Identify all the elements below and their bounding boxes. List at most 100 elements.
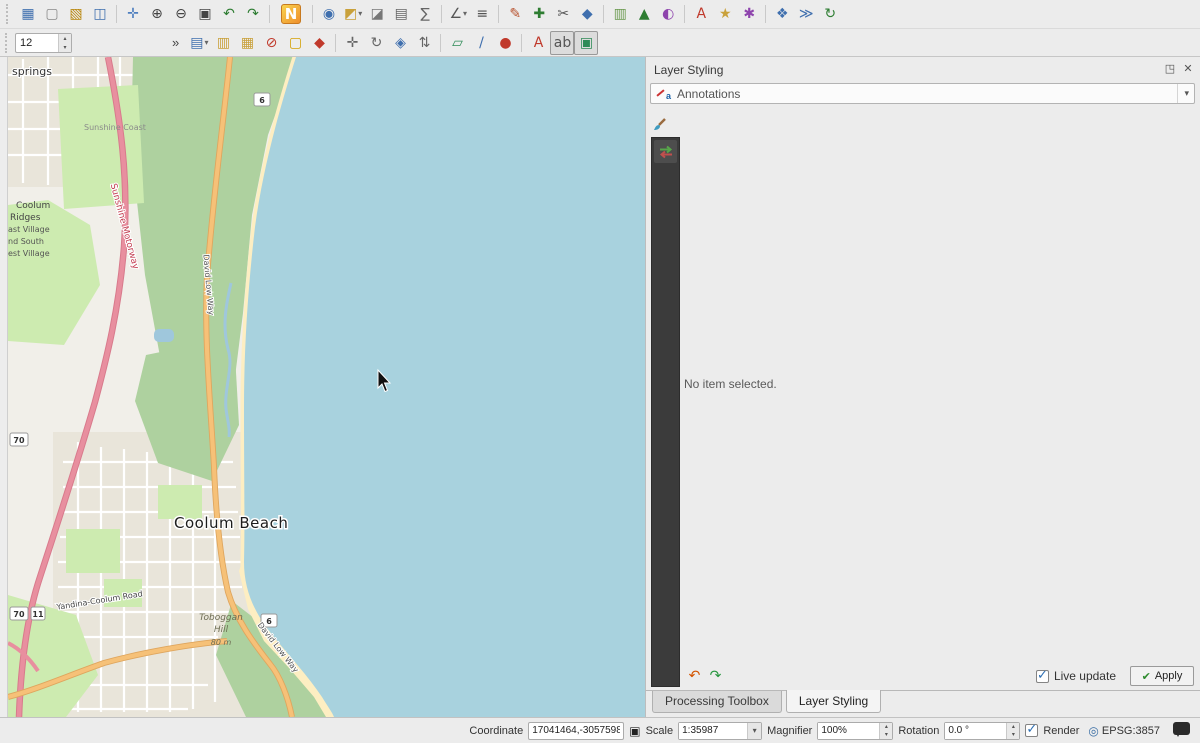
live-update-checkbox[interactable] [1036,670,1049,683]
zoom-last-icon[interactable]: ↶ [217,2,241,26]
zoom-full-icon[interactable]: ▣ [193,2,217,26]
new-shapefile-layer-icon[interactable]: ▥ [608,2,632,26]
line-annotation-icon[interactable]: / [469,31,493,55]
annotation-properties-icon[interactable]: ▤▾ [187,31,211,55]
spin-up-icon[interactable]: ▴ [59,34,71,43]
deselect-features-icon[interactable]: ◪ [365,2,389,26]
panel-title: Layer Styling [654,63,723,77]
close-panel-button[interactable]: ✕ [1180,60,1196,76]
map-canvas[interactable]: 6 6 70 70 11 Coolum Beach springs Sunshi… [8,57,645,717]
move-annotation-icon[interactable]: ✛ [340,31,364,55]
vertex-annotation-icon[interactable]: ◈ [388,31,412,55]
data-source-manager-icon[interactable]: ▦ [16,2,40,26]
scale-combo[interactable]: ▾ [678,722,762,740]
annotation-size-spinbox[interactable]: ▴ ▾ [15,33,72,53]
annotations-toolbar-icons: ▤▾▥▦⊘▢◆ ✛↻◈⇅ ▱/● Aab▣ [187,31,598,55]
rotation-input[interactable] [945,723,1006,739]
remove-annotation-icon[interactable]: ⊘ [259,31,283,55]
pin-annotation-icon[interactable]: ◆ [307,31,331,55]
tab-layer-styling[interactable]: Layer Styling [786,690,881,713]
add-feature-icon[interactable]: ✚ [527,2,551,26]
layer-labeling-icon[interactable]: A [689,2,713,26]
coordinate-input[interactable] [528,722,624,740]
dock-tab-bar: Processing Toolbox Layer Styling [645,690,1200,717]
identify-features-icon[interactable]: ◉ [317,2,341,26]
text-format-icon[interactable]: A [526,31,550,55]
toolbar-overflow-button[interactable]: » [172,35,179,50]
add-raster-layer-icon[interactable]: ◐ [656,2,680,26]
messages-icon[interactable] [1173,722,1190,735]
spin-down-icon[interactable]: ▾ [59,43,71,52]
spin-arrows[interactable]: ▴ ▾ [58,34,71,52]
render-checkbox[interactable] [1025,724,1038,737]
map-pond [154,329,174,342]
spin-up-icon[interactable]: ▴ [880,723,892,731]
undo-style-button[interactable]: ↶ [684,667,705,686]
tab-annotation-symbology[interactable] [654,140,677,163]
route-shield: 6 [266,617,272,626]
magnifier-spinbox[interactable]: ▴ ▾ [817,722,893,740]
spin-down-icon[interactable]: ▾ [880,731,892,739]
apply-button[interactable]: ✔ Apply [1130,666,1194,686]
toolbar-drag-handle[interactable] [6,4,13,24]
text-annotation-tool-icon[interactable]: ab [550,31,574,55]
pan-map-icon[interactable]: ✛ [121,2,145,26]
annotation-size-input[interactable] [16,34,58,52]
extents-toggle-icon[interactable]: ▣ [629,724,640,738]
chevron-down-icon[interactable]: ▾ [747,723,761,739]
spin-arrows[interactable]: ▴ ▾ [1006,723,1019,739]
toolbar-separator [498,5,499,23]
vertex-tool-icon[interactable]: ◆ [575,2,599,26]
field-calculator-icon[interactable]: ∑ [413,2,437,26]
map-label-ridges: Ridges [10,213,41,223]
spin-up-icon[interactable]: ▴ [1007,723,1019,731]
route-shield: 6 [259,96,265,105]
new-project-icon[interactable]: ▢ [40,2,64,26]
refresh-map-icon[interactable]: ↻ [818,2,842,26]
crs-status-button[interactable]: ◎ EPSG:3857 [1088,724,1160,738]
copy-annotation-icon[interactable]: ▥ [211,31,235,55]
resize-annotation-icon[interactable]: ⇅ [412,31,436,55]
qgis-logo-icon[interactable]: N [277,2,305,26]
redo-style-button[interactable]: ↷ [705,667,726,686]
new-text-annotation-icon[interactable]: ▢ [283,31,307,55]
statistical-summary-icon[interactable]: ≡ [470,2,494,26]
diagram-options-icon[interactable]: ✱ [737,2,761,26]
rotate-annotation-icon[interactable]: ↻ [364,31,388,55]
spin-arrows[interactable]: ▴ ▾ [879,723,892,739]
pinned-labels-icon[interactable]: ★ [713,2,737,26]
add-vector-layer-icon[interactable]: ▲ [632,2,656,26]
split-features-icon[interactable]: ✂ [551,2,575,26]
python-console-icon[interactable]: ≫ [794,2,818,26]
picture-annotation-tool-icon[interactable]: ▣ [574,31,598,55]
zoom-out-icon[interactable]: ⊖ [169,2,193,26]
zoom-in-icon[interactable]: ⊕ [145,2,169,26]
open-attribute-table-icon[interactable]: ▤ [389,2,413,26]
rotation-label: Rotation [898,725,939,737]
map-grass-north [58,85,144,209]
status-bar: Coordinate ▣ Scale ▾ Magnifier ▴ ▾ Rotat… [0,717,1200,743]
route-shield: 70 [13,436,25,445]
tab-processing-toolbox[interactable]: Processing Toolbox [652,691,782,713]
open-project-icon[interactable]: ▧ [64,2,88,26]
empty-selection-message: No item selected. [684,377,777,391]
scale-input[interactable] [679,723,747,739]
toggle-editing-icon[interactable]: ✎ [503,2,527,26]
spin-down-icon[interactable]: ▾ [1007,731,1019,739]
measure-icon[interactable]: ∠▾ [446,2,470,26]
save-project-icon[interactable]: ◫ [88,2,112,26]
polygon-annotation-icon[interactable]: ▱ [445,31,469,55]
render-label: Render [1043,725,1079,737]
zoom-next-icon[interactable]: ↷ [241,2,265,26]
coordinate-label: Coordinate [469,725,523,737]
collapsed-left-panel[interactable] [0,57,8,717]
layer-selector-combo[interactable]: a Annotations ▾ [650,83,1195,104]
toolbar-drag-handle[interactable] [5,33,12,53]
rotation-spinbox[interactable]: ▴ ▾ [944,722,1020,740]
marker-annotation-icon[interactable]: ● [493,31,517,55]
processing-toolbox-icon[interactable]: ❖ [770,2,794,26]
undock-panel-button[interactable]: ◳ [1162,60,1178,76]
duplicate-annotation-icon[interactable]: ▦ [235,31,259,55]
select-features-icon[interactable]: ◩▾ [341,2,365,26]
magnifier-input[interactable] [818,723,879,739]
